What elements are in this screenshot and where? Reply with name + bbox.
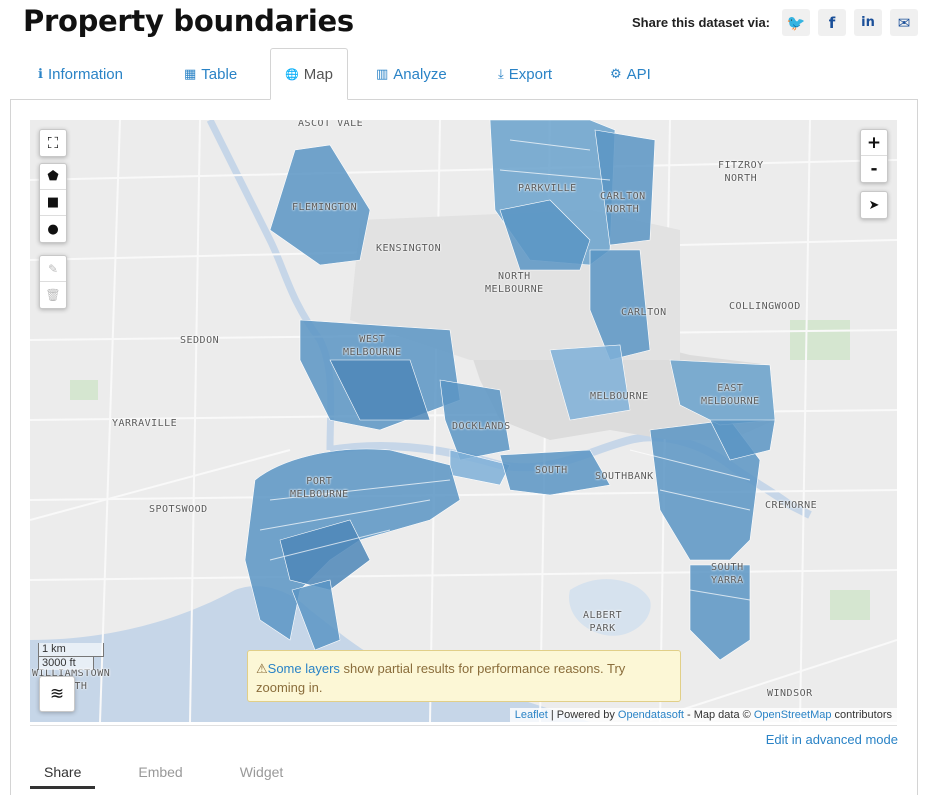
cogs-icon: ⚙ [610,66,622,82]
tab-analyze-label: Analyze [393,65,447,83]
label-east-melbourne: EAST MELBOURNE [701,383,760,407]
tab-table-label: Table [201,65,238,83]
subtab-widget[interactable]: Widget [240,764,298,789]
opendatasoft-link[interactable]: Opendatasoft [618,709,684,721]
tab-api-label: API [626,65,651,83]
warning-icon: ⚠ [256,661,268,676]
attrib-contributors: contributors [831,709,892,721]
tab-information[interactable]: ℹ Information [38,48,123,100]
park-2 [790,320,850,360]
label-ascot-vale: ASCOT VALE [298,120,364,129]
subtab-embed[interactable]: Embed [138,764,196,789]
bar-chart-icon: ▥ [376,66,389,82]
tab-analyze[interactable]: ▥ Analyze [376,48,447,100]
share-subtabs: Share Embed Widget [30,764,340,789]
label-kensington: KENSINGTON [376,243,442,254]
label-yarraville: YARRAVILLE [112,418,178,429]
share-bar: Share this dataset via: 🐦 f in ✉ [632,9,918,36]
page-title: Property boundaries [23,4,354,38]
tab-map[interactable]: 🌐 Map [270,48,348,100]
share-label: Share this dataset via: [632,15,770,30]
park-3 [830,590,870,620]
tab-table[interactable]: ▦ Table [184,48,237,100]
label-parkville: PARKVILLE [518,183,577,194]
download-icon: ⤓ [498,66,504,82]
layers-icon[interactable]: ≋ [40,677,74,711]
label-port-melbourne: PORT MELBOURNE [290,476,349,500]
attrib-mapdata: - Map data © [683,709,754,721]
twitter-icon[interactable]: 🐦 [782,9,810,36]
label-albert-park: ALBERT PARK [583,610,623,634]
zoom-in-button[interactable]: + [861,130,887,156]
tab-export-label: Export [508,65,553,83]
label-fitzroy-north: FITZROY NORTH [718,160,764,184]
label-melbourne: MELBOURNE [590,391,649,402]
locate-control: ➤ [860,191,888,219]
draw-toolbar: ⬟ ■ ● [39,163,67,243]
scale-km: 1 km [38,643,104,657]
label-south-yarra: SOUTH YARRA [711,562,744,586]
fullscreen-control: ⛶ [39,129,67,157]
warning-layers-link[interactable]: Some layers [268,661,340,676]
fullscreen-icon[interactable]: ⛶ [40,130,66,156]
map-canvas[interactable]: ASCOT VALE FLEMINGTON KENSINGTON PARKVIL… [30,120,897,722]
scale-ft: 3000 ft [38,656,94,670]
map-attribution: Leaflet | Powered by Opendatasoft - Map … [509,708,897,722]
circle-draw-icon[interactable]: ● [40,216,66,242]
edit-toolbar: ✎ 🗑 [39,255,67,309]
tab-export[interactable]: ⤓ Export [498,48,552,100]
tab-api[interactable]: ⚙ API [610,48,651,100]
table-icon: ▦ [184,66,197,82]
edit-icon[interactable]: ✎ [40,256,66,282]
info-icon: ℹ [38,66,43,82]
label-windsor: WINDSOR [767,688,813,699]
rectangle-draw-icon[interactable]: ■ [40,190,66,216]
label-north-melbourne: NORTH MELBOURNE [485,271,544,295]
label-spotswood: SPOTSWOOD [149,504,208,515]
zoom-out-button[interactable]: - [861,156,887,182]
label-cremorne: CREMORNE [765,500,818,511]
edit-advanced-link[interactable]: Edit in advanced mode [766,732,898,747]
label-flemington: FLEMINGTON [292,202,358,213]
email-icon[interactable]: ✉ [890,9,918,36]
leaflet-link[interactable]: Leaflet [515,709,548,721]
dataset-tabs: ℹ Information ▦ Table 🌐 Map ▥ Analyze ⤓ … [10,48,918,100]
page: Property boundaries Share this dataset v… [0,0,928,795]
trash-icon[interactable]: 🗑 [40,282,66,308]
partial-results-warning: ⚠Some layers show partial results for pe… [247,650,681,702]
label-carlton-north: CARLTON NORTH [600,191,646,215]
globe-icon: 🌐 [285,67,299,81]
layers-control: ≋ [39,676,75,712]
attrib-powered: | Powered by [547,709,618,721]
zoom-control: + - [860,129,888,183]
polygon-draw-icon[interactable]: ⬟ [40,164,66,190]
label-docklands: DOCKLANDS [452,421,511,432]
park-1 [70,380,98,400]
openstreetmap-link[interactable]: OpenStreetMap [754,709,832,721]
label-carlton: CARLTON [621,307,667,318]
label-southbank: SOUTHBANK [595,471,654,482]
facebook-icon[interactable]: f [818,9,846,36]
subtab-share[interactable]: Share [30,764,96,789]
map-divider [30,725,897,726]
tab-map-label: Map [303,65,333,83]
scale-bar: 1 km 3000 ft [38,643,104,670]
tab-information-label: Information [47,65,123,83]
label-west-melbourne: WEST MELBOURNE [343,334,402,358]
label-seddon: SEDDON [180,335,220,346]
label-south: SOUTH [535,465,568,476]
locate-arrow-icon[interactable]: ➤ [861,192,887,218]
label-collingwood: COLLINGWOOD [729,301,801,312]
linkedin-icon[interactable]: in [854,9,882,36]
